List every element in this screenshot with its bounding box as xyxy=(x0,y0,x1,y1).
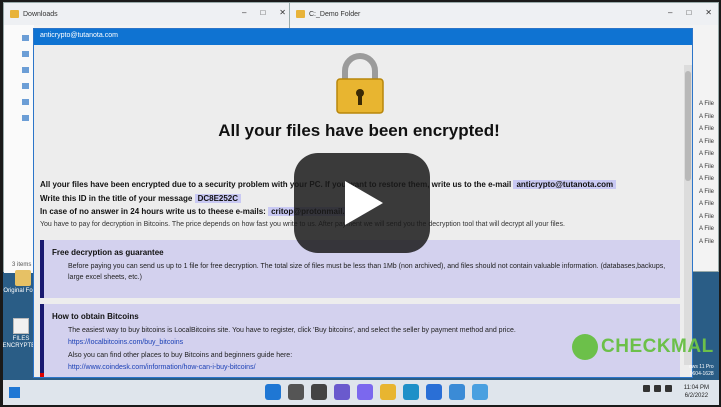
minimize-icon[interactable]: – xyxy=(668,8,672,17)
documents-icon[interactable] xyxy=(22,83,29,89)
task-view-icon[interactable] xyxy=(311,384,327,400)
windows-edition: ows 11 Pro 0604-1628 xyxy=(689,364,714,378)
clock-date: 6/2/2022 xyxy=(684,393,709,399)
document-icon xyxy=(13,318,29,334)
start-icon[interactable] xyxy=(265,384,281,400)
explorer-sidebar xyxy=(4,25,34,273)
note-titlebar: anticrypto@tutanota.com xyxy=(34,29,692,45)
edge-icon[interactable] xyxy=(403,384,419,400)
coindesk-link[interactable]: http://www.coindesk.com/information/how-… xyxy=(68,364,680,371)
scrollbar[interactable] xyxy=(684,65,692,365)
checkmark-logo-icon xyxy=(572,334,598,360)
line1-text: All your files have been encrypted due t… xyxy=(40,180,512,189)
explorer-title: C:_Demo Folder xyxy=(309,10,361,18)
quick-access-icon[interactable] xyxy=(22,35,29,41)
search-icon[interactable] xyxy=(288,384,304,400)
app-icon[interactable] xyxy=(449,384,465,400)
chat-icon[interactable] xyxy=(357,384,373,400)
folder-icon xyxy=(15,270,31,286)
folder-icon xyxy=(10,10,19,18)
folder-icon xyxy=(296,10,305,18)
windows-logo-icon[interactable] xyxy=(9,387,20,398)
pictures-icon[interactable] xyxy=(22,99,29,105)
app-icon-2[interactable] xyxy=(472,384,488,400)
close-icon[interactable]: ✕ xyxy=(705,8,712,17)
line3-text: In case of no answer in 24 hours write u… xyxy=(40,207,266,216)
widgets-icon[interactable] xyxy=(334,384,350,400)
panel-text: Before paying you can send us up to 1 fi… xyxy=(68,263,666,281)
scrollbar-thumb[interactable] xyxy=(685,71,691,181)
panel-heading: How to obtain Bitcoins xyxy=(52,312,139,321)
chevron-up-icon[interactable] xyxy=(643,385,650,392)
window-controls: – □ ✕ xyxy=(242,8,286,17)
clock[interactable]: 11:04 PM 6/2/2022 xyxy=(684,384,709,400)
downloads-icon[interactable] xyxy=(22,67,29,73)
desktop-icon[interactable] xyxy=(22,51,29,57)
window-controls: – □ ✕ xyxy=(668,8,712,17)
taskbar-icons xyxy=(265,384,488,400)
network-icon[interactable] xyxy=(654,385,661,392)
maximize-icon[interactable]: □ xyxy=(686,8,691,17)
note-line-2: Write this ID in the title of your messa… xyxy=(40,194,242,203)
taskbar: 11:04 PM 6/2/2022 xyxy=(3,380,719,405)
clock-time: 11:04 PM xyxy=(683,385,709,391)
edition-line-1: ows 11 Pro xyxy=(689,364,714,370)
volume-icon[interactable] xyxy=(665,385,672,392)
note-heading: All your files have been encrypted! xyxy=(218,121,500,140)
watermark-text: CHECKMAL xyxy=(601,336,714,357)
this-pc-icon[interactable] xyxy=(22,115,29,121)
minimize-icon[interactable]: – xyxy=(242,8,246,17)
contact-email: anticrypto@tutanota.com xyxy=(513,180,617,189)
maximize-icon[interactable]: □ xyxy=(260,8,265,17)
line2-text: Write this ID in the title of your messa… xyxy=(40,194,193,203)
play-icon xyxy=(345,181,383,225)
store-icon[interactable] xyxy=(426,384,442,400)
items-count: 3 items xyxy=(12,262,32,268)
red-marker xyxy=(40,373,44,377)
explorer-title: Downloads xyxy=(23,10,58,18)
padlock-icon xyxy=(336,53,384,114)
explorer-titlebar: C:_Demo Folder xyxy=(290,3,718,25)
play-button[interactable] xyxy=(294,153,430,253)
edition-line-2: 0604-1628 xyxy=(689,371,714,377)
video-frame: Downloads – □ ✕ 3 items C:_Demo Folder –… xyxy=(0,0,721,407)
watermark: CHECKMAL xyxy=(572,334,714,360)
system-tray xyxy=(643,385,672,392)
close-icon[interactable]: ✕ xyxy=(279,8,286,17)
victim-id: DC8E252C xyxy=(194,194,242,203)
file-explorer-icon[interactable] xyxy=(380,384,396,400)
